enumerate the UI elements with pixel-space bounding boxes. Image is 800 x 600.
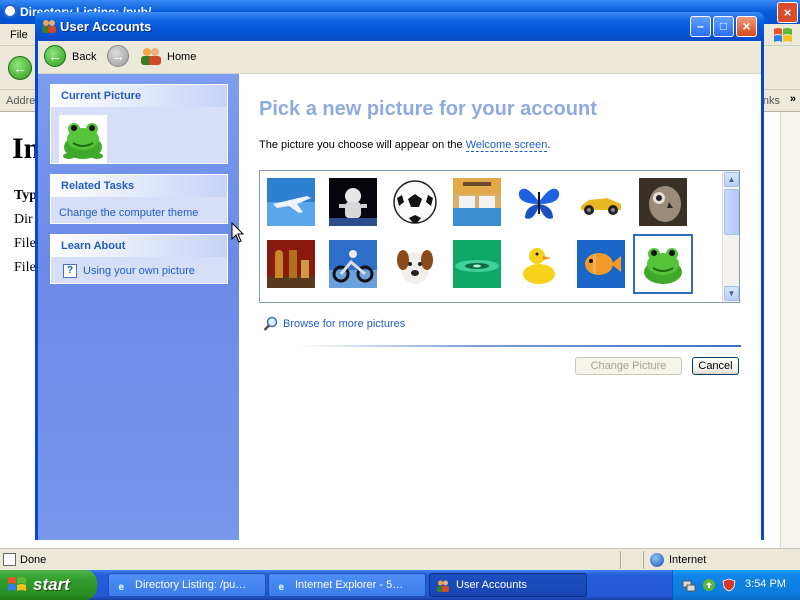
window-body: Current Picture Related Tasks Change the… bbox=[38, 74, 761, 540]
title-bar: User Accounts – □ × bbox=[35, 12, 764, 41]
picture-fish[interactable] bbox=[577, 240, 625, 288]
picture-drop[interactable] bbox=[453, 240, 501, 288]
home-label: Home bbox=[167, 51, 197, 63]
related-tasks-panel: Related Tasks Change the computer theme bbox=[50, 174, 228, 224]
picture-grid: ▲ ▼ bbox=[259, 170, 740, 303]
divider bbox=[295, 345, 741, 347]
browser-back-button[interactable]: ← bbox=[8, 56, 32, 80]
taskbar-item-user-accounts[interactable]: User Accounts bbox=[429, 573, 587, 597]
change-picture-button[interactable]: Change Picture bbox=[575, 357, 682, 375]
network-icon[interactable] bbox=[682, 578, 696, 592]
picture-frog[interactable] bbox=[633, 234, 693, 294]
using-own-picture-link[interactable]: Using your own picture bbox=[83, 265, 195, 277]
windows-logo-icon bbox=[774, 28, 792, 42]
main-content: Pick a new picture for your account The … bbox=[239, 74, 761, 540]
change-theme-link[interactable]: Change the computer theme bbox=[59, 207, 198, 219]
description: The picture you choose will appear on th… bbox=[259, 139, 551, 152]
scroll-thumb[interactable] bbox=[724, 189, 739, 235]
back-label: Back bbox=[72, 51, 97, 63]
page-icon bbox=[3, 553, 16, 566]
windows-flag-icon bbox=[8, 577, 26, 591]
picture-grid-scrollbar[interactable]: ▲ ▼ bbox=[722, 171, 739, 302]
current-frog-picture bbox=[59, 115, 107, 163]
picture-dirt-bike[interactable] bbox=[329, 240, 377, 288]
description-period: . bbox=[547, 139, 551, 151]
maximize-button[interactable]: □ bbox=[713, 16, 734, 37]
status-separator bbox=[620, 551, 621, 569]
listing-line[interactable]: File bbox=[14, 260, 36, 276]
browser-status-bar: Done Internet bbox=[0, 548, 800, 570]
browser-scrollbar[interactable] bbox=[780, 112, 800, 548]
ie-icon: e bbox=[116, 580, 128, 593]
cancel-button[interactable]: Cancel bbox=[692, 357, 739, 375]
back-arrow-icon: ← bbox=[44, 45, 66, 67]
taskbar-item-internet-explorer[interactable]: e Internet Explorer - 5… bbox=[268, 573, 426, 597]
user-accounts-icon bbox=[42, 20, 56, 33]
status-separator bbox=[643, 551, 644, 569]
user-accounts-window: User Accounts – □ × ← Back → Home Curren… bbox=[35, 12, 764, 540]
start-button[interactable]: start bbox=[0, 570, 97, 600]
internet-zone-icon bbox=[650, 553, 664, 567]
welcome-screen-link[interactable]: Welcome screen bbox=[465, 139, 548, 152]
picture-chess[interactable] bbox=[267, 240, 315, 288]
taskbar-item-directory-listing[interactable]: e Directory Listing: /pu… bbox=[108, 573, 266, 597]
mouse-cursor-icon bbox=[231, 222, 245, 243]
related-tasks-title: Related Tasks bbox=[51, 175, 227, 197]
security-shield-icon[interactable] bbox=[722, 578, 736, 592]
menu-file[interactable]: File bbox=[10, 29, 28, 41]
picture-astronaut[interactable] bbox=[329, 178, 377, 226]
navigation-toolbar: ← Back → Home bbox=[38, 41, 761, 74]
task-pane: Current Picture Related Tasks Change the… bbox=[38, 74, 239, 540]
picture-soccer-ball[interactable] bbox=[391, 178, 439, 226]
svg-text:e: e bbox=[119, 582, 125, 593]
picture-duck[interactable] bbox=[515, 240, 563, 288]
start-label: start bbox=[33, 575, 70, 594]
svg-text:e: e bbox=[279, 582, 285, 593]
browse-label: Browse for more pictures bbox=[283, 318, 406, 330]
magnifier-icon bbox=[263, 316, 278, 331]
description-text: The picture you choose will appear on th… bbox=[259, 139, 466, 151]
window-title: User Accounts bbox=[60, 19, 152, 34]
ie-icon bbox=[3, 4, 17, 18]
taskbar: start e Directory Listing: /pu… e Intern… bbox=[0, 570, 800, 600]
update-icon[interactable] bbox=[702, 578, 716, 592]
picture-dog[interactable] bbox=[391, 240, 439, 288]
scroll-up-icon[interactable]: ▲ bbox=[724, 172, 739, 187]
status-zone: Internet bbox=[669, 554, 707, 566]
picture-beach-chairs[interactable] bbox=[453, 178, 501, 226]
browser-close-button[interactable]: × bbox=[777, 2, 798, 23]
learn-about-title: Learn About bbox=[51, 235, 227, 257]
listing-line: Typ bbox=[14, 188, 38, 203]
minimize-button[interactable]: – bbox=[690, 16, 711, 37]
page-title: Pick a new picture for your account bbox=[259, 98, 597, 120]
links-more-chevron[interactable]: » bbox=[790, 93, 796, 105]
picture-race-car[interactable] bbox=[577, 178, 625, 226]
home-users-icon bbox=[141, 48, 161, 65]
picture-owl[interactable] bbox=[639, 178, 687, 226]
picture-airplane[interactable] bbox=[267, 178, 315, 226]
system-tray: 3:54 PM bbox=[672, 570, 800, 600]
ie-icon: e bbox=[276, 580, 288, 593]
help-icon: ? bbox=[63, 264, 77, 278]
listing-line[interactable]: Dir bbox=[14, 212, 33, 228]
current-picture-title: Current Picture bbox=[51, 85, 227, 107]
close-button[interactable]: × bbox=[736, 16, 757, 37]
task-label: User Accounts bbox=[456, 579, 527, 591]
forward-button[interactable]: → bbox=[107, 45, 129, 67]
picture-butterfly[interactable] bbox=[515, 178, 563, 226]
task-label: Internet Explorer - 5… bbox=[295, 579, 404, 591]
listing-line[interactable]: File bbox=[14, 236, 36, 252]
user-accounts-icon bbox=[437, 580, 449, 592]
clock[interactable]: 3:54 PM bbox=[745, 578, 786, 590]
current-picture-panel: Current Picture bbox=[50, 84, 228, 164]
learn-about-panel: Learn About ? Using your own picture bbox=[50, 234, 228, 284]
status-done: Done bbox=[20, 554, 47, 566]
scroll-down-icon[interactable]: ▼ bbox=[724, 286, 739, 301]
task-label: Directory Listing: /pu… bbox=[135, 579, 247, 591]
